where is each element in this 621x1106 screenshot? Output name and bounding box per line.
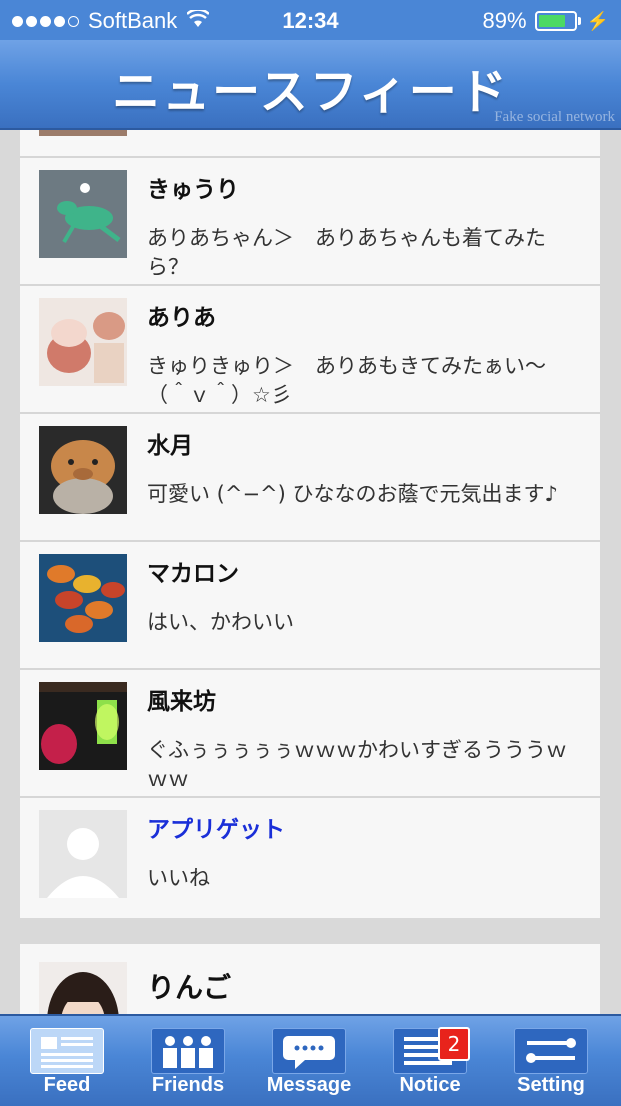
poster-name[interactable]: りんご [147, 966, 231, 1006]
commenter-name[interactable]: 水月 [147, 426, 193, 460]
battery-icon [534, 11, 581, 31]
avatar-cupcakes[interactable] [39, 298, 127, 386]
tab-feed[interactable]: Feed [12, 1024, 122, 1104]
comment-text: ぐふぅぅぅぅぅｗｗｗかわいすぎるうううｗｗｗ [147, 738, 567, 791]
tab-label: Feed [43, 1074, 91, 1096]
tab-setting[interactable]: Setting [496, 1024, 606, 1104]
tab-label: Friends [151, 1074, 225, 1096]
avatar-partial [39, 130, 127, 136]
notice-badge: 2 [438, 1027, 470, 1061]
charging-icon: ⚡ [586, 10, 609, 31]
battery-status: 89% ⚡ [483, 8, 609, 34]
avatar-ringo[interactable] [39, 962, 127, 1014]
commenter-name[interactable]: ありあ [147, 298, 216, 332]
comment-item[interactable]: 風来坊 ぐふぅぅぅぅぅｗｗｗかわいすぎるうううｗｗｗ [20, 670, 600, 798]
comment-item[interactable]: ありあ きゅりきゅり＞ ありあもきてみたぁい〜（＾ｖ＾）☆彡 [20, 286, 600, 414]
tab-label: Notice [399, 1074, 461, 1096]
nav-bar: ニュースフィード Fake social network [0, 40, 621, 130]
comment-item[interactable]: きゅうり ありあちゃん＞ ありあちゃんも着てみたら？ [20, 158, 600, 286]
tab-notice[interactable]: 2 Notice [375, 1024, 485, 1104]
tab-friends[interactable]: Friends [133, 1024, 243, 1104]
friends-icon [151, 1028, 225, 1074]
comment-text: ありあちゃん＞ ありあちゃんも着てみたら？ [147, 226, 546, 279]
avatar-drinks[interactable] [39, 682, 127, 770]
notice-icon: 2 [393, 1027, 470, 1074]
avatar-capybara[interactable] [39, 426, 127, 514]
comment-item[interactable]: アプリゲット いいね [20, 798, 600, 924]
post-card[interactable]: りんご [20, 944, 600, 1014]
comment-text: 可愛い (^−^) ひななのお蔭で元気出ます♪ [147, 482, 558, 506]
comment-text: きゅりきゅり＞ ありあもきてみたぁい〜（＾ｖ＾）☆彡 [147, 354, 546, 407]
message-icon [272, 1028, 346, 1074]
tab-label: Setting [517, 1074, 585, 1096]
comment-item[interactable]: 水月 可愛い (^−^) ひななのお蔭で元気出ます♪ [20, 414, 600, 542]
feed-icon [30, 1028, 104, 1074]
comment-text: はい、かわいい [147, 610, 294, 634]
news-feed[interactable]: きゅうり ありあちゃん＞ ありあちゃんも着てみたら？ ありあ きゅりきゅり＞ あ… [0, 130, 621, 1014]
comment-card: きゅうり ありあちゃん＞ ありあちゃんも着てみたら？ ありあ きゅりきゅり＞ あ… [20, 130, 600, 918]
default-avatar-icon[interactable] [39, 810, 127, 898]
commenter-name[interactable]: 風来坊 [147, 682, 216, 716]
commenter-name[interactable]: きゅうり [147, 170, 239, 204]
status-bar: SoftBank 12:34 89% ⚡ [0, 0, 621, 40]
tab-message[interactable]: Message [254, 1024, 364, 1104]
setting-icon [514, 1028, 588, 1074]
avatar-macarons[interactable] [39, 554, 127, 642]
tab-label: Message [266, 1074, 352, 1096]
previous-comment-edge [20, 130, 600, 158]
comment-item[interactable]: マカロン はい、かわいい [20, 542, 600, 670]
comment-text: いいね [147, 866, 210, 890]
commenter-name[interactable]: マカロン [147, 554, 239, 588]
commenter-name-link[interactable]: アプリゲット [147, 810, 285, 844]
app-subtitle: Fake social network [494, 109, 615, 125]
battery-percent: 89% [482, 8, 527, 33]
tab-bar: Feed Friends Message 2 Notice Setting [0, 1014, 621, 1106]
avatar-lizard[interactable] [39, 170, 127, 258]
